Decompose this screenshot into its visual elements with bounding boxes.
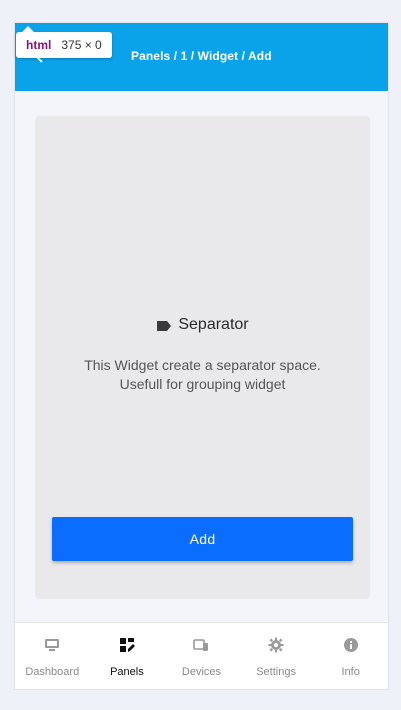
widget-title: Separator [178,316,249,333]
panels-icon [119,637,135,653]
nav-item-dashboard[interactable]: Dashboard [15,623,90,689]
add-button[interactable]: Add [52,517,353,561]
devtools-element-tooltip: html 375 × 0 [16,32,112,58]
description-line-1: This Widget create a separator space. [84,357,321,373]
monitor-icon [44,637,60,653]
description-line-2: Usefull for grouping widget [119,376,286,392]
nav-item-settings[interactable]: Settings [239,623,314,689]
nav-label-dashboard: Dashboard [25,666,80,678]
nav-label-panels: Panels [110,666,144,678]
nav-item-panels[interactable]: Panels [90,623,165,689]
nav-label-devices: Devices [181,666,222,678]
widget-card: Separator This Widget create a separator… [35,116,370,599]
app-frame: Panels / 1 / Widget / Add Separator This… [14,22,389,690]
nav-label-settings: Settings [256,666,296,678]
nav-item-info[interactable]: Info [313,623,388,689]
nav-item-devices[interactable]: Devices [164,623,239,689]
tooltip-size: 375 × 0 [61,38,102,52]
breadcrumb: Panels / 1 / Widget / Add [131,49,272,63]
widget-description: This Widget create a separator space. Us… [35,356,370,394]
devices-icon [193,637,209,653]
tooltip-tag: html [26,38,52,52]
gear-icon [268,637,284,653]
widget-title-row: Separator [35,316,370,334]
nav-label-info: Info [341,666,360,678]
label-icon [156,319,172,331]
bottom-navigation: Dashboard Panels Devices Settings Info [15,622,388,689]
info-icon [343,637,359,653]
